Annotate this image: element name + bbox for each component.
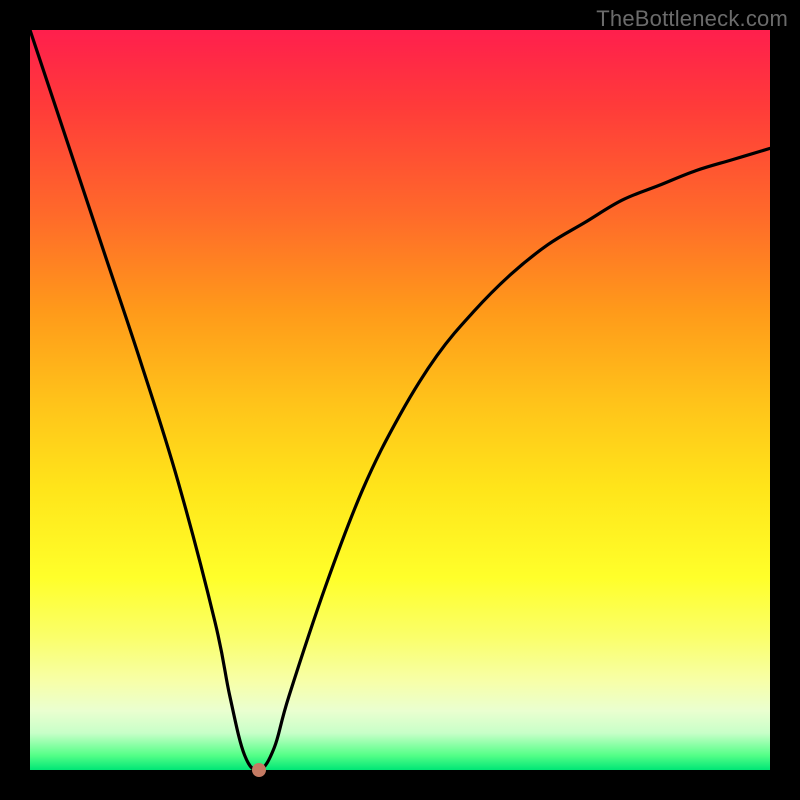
curve-path: [30, 30, 770, 770]
optimum-marker: [252, 763, 266, 777]
chart-stage: TheBottleneck.com: [0, 0, 800, 800]
bottleneck-curve: [30, 30, 770, 770]
watermark-text: TheBottleneck.com: [596, 6, 788, 32]
plot-area: [30, 30, 770, 770]
